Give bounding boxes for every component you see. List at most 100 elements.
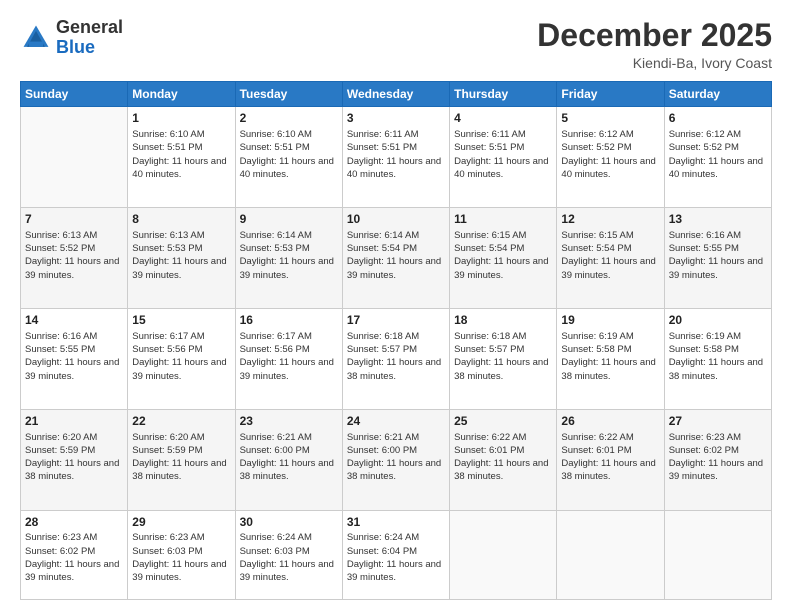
- day-number: 9: [240, 211, 338, 228]
- sunrise-text: Sunrise: 6:16 AM: [669, 229, 767, 242]
- daylight-text: Daylight: 11 hours and 38 minutes.: [25, 457, 123, 484]
- sunset-text: Sunset: 6:03 PM: [240, 545, 338, 558]
- calendar-cell: 6Sunrise: 6:12 AMSunset: 5:52 PMDaylight…: [664, 107, 771, 208]
- calendar-cell: 14Sunrise: 6:16 AMSunset: 5:55 PMDayligh…: [21, 308, 128, 409]
- sunrise-text: Sunrise: 6:19 AM: [669, 330, 767, 343]
- day-header-wednesday: Wednesday: [342, 82, 449, 107]
- day-number: 19: [561, 312, 659, 329]
- logo: General Blue: [20, 18, 123, 58]
- sunrise-text: Sunrise: 6:19 AM: [561, 330, 659, 343]
- day-number: 27: [669, 413, 767, 430]
- daylight-text: Daylight: 11 hours and 38 minutes.: [454, 457, 552, 484]
- day-header-sunday: Sunday: [21, 82, 128, 107]
- calendar-week-row: 21Sunrise: 6:20 AMSunset: 5:59 PMDayligh…: [21, 409, 772, 510]
- daylight-text: Daylight: 11 hours and 39 minutes.: [25, 255, 123, 282]
- day-number: 30: [240, 514, 338, 531]
- day-number: 21: [25, 413, 123, 430]
- sunset-text: Sunset: 5:52 PM: [669, 141, 767, 154]
- day-number: 10: [347, 211, 445, 228]
- sunset-text: Sunset: 5:54 PM: [347, 242, 445, 255]
- calendar-cell: 5Sunrise: 6:12 AMSunset: 5:52 PMDaylight…: [557, 107, 664, 208]
- daylight-text: Daylight: 11 hours and 40 minutes.: [669, 155, 767, 182]
- day-number: 3: [347, 110, 445, 127]
- calendar-week-row: 14Sunrise: 6:16 AMSunset: 5:55 PMDayligh…: [21, 308, 772, 409]
- day-number: 28: [25, 514, 123, 531]
- sunrise-text: Sunrise: 6:11 AM: [454, 128, 552, 141]
- daylight-text: Daylight: 11 hours and 39 minutes.: [347, 558, 445, 585]
- day-number: 26: [561, 413, 659, 430]
- sunset-text: Sunset: 5:53 PM: [240, 242, 338, 255]
- logo-text: General Blue: [56, 18, 123, 58]
- daylight-text: Daylight: 11 hours and 39 minutes.: [25, 558, 123, 585]
- day-number: 4: [454, 110, 552, 127]
- day-number: 17: [347, 312, 445, 329]
- sunrise-text: Sunrise: 6:12 AM: [561, 128, 659, 141]
- sunset-text: Sunset: 5:51 PM: [454, 141, 552, 154]
- calendar-cell: 25Sunrise: 6:22 AMSunset: 6:01 PMDayligh…: [450, 409, 557, 510]
- calendar-table: SundayMondayTuesdayWednesdayThursdayFrid…: [20, 81, 772, 600]
- daylight-text: Daylight: 11 hours and 39 minutes.: [669, 457, 767, 484]
- sunset-text: Sunset: 5:54 PM: [454, 242, 552, 255]
- sunset-text: Sunset: 5:54 PM: [561, 242, 659, 255]
- calendar-cell: 1Sunrise: 6:10 AMSunset: 5:51 PMDaylight…: [128, 107, 235, 208]
- daylight-text: Daylight: 11 hours and 38 minutes.: [669, 356, 767, 383]
- sunset-text: Sunset: 5:52 PM: [25, 242, 123, 255]
- sunrise-text: Sunrise: 6:14 AM: [240, 229, 338, 242]
- calendar-week-row: 7Sunrise: 6:13 AMSunset: 5:52 PMDaylight…: [21, 208, 772, 309]
- sunrise-text: Sunrise: 6:24 AM: [240, 531, 338, 544]
- daylight-text: Daylight: 11 hours and 39 minutes.: [132, 558, 230, 585]
- sunset-text: Sunset: 5:55 PM: [669, 242, 767, 255]
- calendar-cell: [450, 510, 557, 599]
- calendar-cell: 9Sunrise: 6:14 AMSunset: 5:53 PMDaylight…: [235, 208, 342, 309]
- sunset-text: Sunset: 5:56 PM: [240, 343, 338, 356]
- sunset-text: Sunset: 6:01 PM: [561, 444, 659, 457]
- day-number: 6: [669, 110, 767, 127]
- calendar-cell: 24Sunrise: 6:21 AMSunset: 6:00 PMDayligh…: [342, 409, 449, 510]
- daylight-text: Daylight: 11 hours and 39 minutes.: [669, 255, 767, 282]
- sunset-text: Sunset: 6:02 PM: [669, 444, 767, 457]
- day-number: 14: [25, 312, 123, 329]
- sunrise-text: Sunrise: 6:10 AM: [240, 128, 338, 141]
- daylight-text: Daylight: 11 hours and 39 minutes.: [347, 255, 445, 282]
- month-title: December 2025: [537, 18, 772, 53]
- sunrise-text: Sunrise: 6:23 AM: [669, 431, 767, 444]
- page: General Blue December 2025 Kiendi-Ba, Iv…: [0, 0, 792, 612]
- calendar-cell: 10Sunrise: 6:14 AMSunset: 5:54 PMDayligh…: [342, 208, 449, 309]
- daylight-text: Daylight: 11 hours and 38 minutes.: [347, 356, 445, 383]
- calendar-cell: 13Sunrise: 6:16 AMSunset: 5:55 PMDayligh…: [664, 208, 771, 309]
- day-number: 20: [669, 312, 767, 329]
- calendar-cell: 31Sunrise: 6:24 AMSunset: 6:04 PMDayligh…: [342, 510, 449, 599]
- daylight-text: Daylight: 11 hours and 40 minutes.: [132, 155, 230, 182]
- sunset-text: Sunset: 5:56 PM: [132, 343, 230, 356]
- logo-blue: Blue: [56, 37, 95, 57]
- daylight-text: Daylight: 11 hours and 39 minutes.: [240, 356, 338, 383]
- day-number: 11: [454, 211, 552, 228]
- logo-general: General: [56, 17, 123, 37]
- daylight-text: Daylight: 11 hours and 39 minutes.: [454, 255, 552, 282]
- sunrise-text: Sunrise: 6:23 AM: [25, 531, 123, 544]
- calendar-cell: 16Sunrise: 6:17 AMSunset: 5:56 PMDayligh…: [235, 308, 342, 409]
- day-number: 29: [132, 514, 230, 531]
- sunrise-text: Sunrise: 6:15 AM: [561, 229, 659, 242]
- sunset-text: Sunset: 5:58 PM: [561, 343, 659, 356]
- sunset-text: Sunset: 5:51 PM: [240, 141, 338, 154]
- sunrise-text: Sunrise: 6:20 AM: [25, 431, 123, 444]
- calendar-cell: 19Sunrise: 6:19 AMSunset: 5:58 PMDayligh…: [557, 308, 664, 409]
- sunrise-text: Sunrise: 6:16 AM: [25, 330, 123, 343]
- day-header-saturday: Saturday: [664, 82, 771, 107]
- calendar-cell: 21Sunrise: 6:20 AMSunset: 5:59 PMDayligh…: [21, 409, 128, 510]
- sunrise-text: Sunrise: 6:22 AM: [561, 431, 659, 444]
- calendar-cell: [557, 510, 664, 599]
- sunrise-text: Sunrise: 6:18 AM: [347, 330, 445, 343]
- header: General Blue December 2025 Kiendi-Ba, Iv…: [20, 18, 772, 71]
- calendar-week-row: 28Sunrise: 6:23 AMSunset: 6:02 PMDayligh…: [21, 510, 772, 599]
- sunrise-text: Sunrise: 6:21 AM: [240, 431, 338, 444]
- sunset-text: Sunset: 6:03 PM: [132, 545, 230, 558]
- sunrise-text: Sunrise: 6:23 AM: [132, 531, 230, 544]
- sunset-text: Sunset: 5:59 PM: [25, 444, 123, 457]
- calendar-cell: 26Sunrise: 6:22 AMSunset: 6:01 PMDayligh…: [557, 409, 664, 510]
- sunset-text: Sunset: 5:57 PM: [347, 343, 445, 356]
- sunrise-text: Sunrise: 6:18 AM: [454, 330, 552, 343]
- daylight-text: Daylight: 11 hours and 40 minutes.: [240, 155, 338, 182]
- day-number: 13: [669, 211, 767, 228]
